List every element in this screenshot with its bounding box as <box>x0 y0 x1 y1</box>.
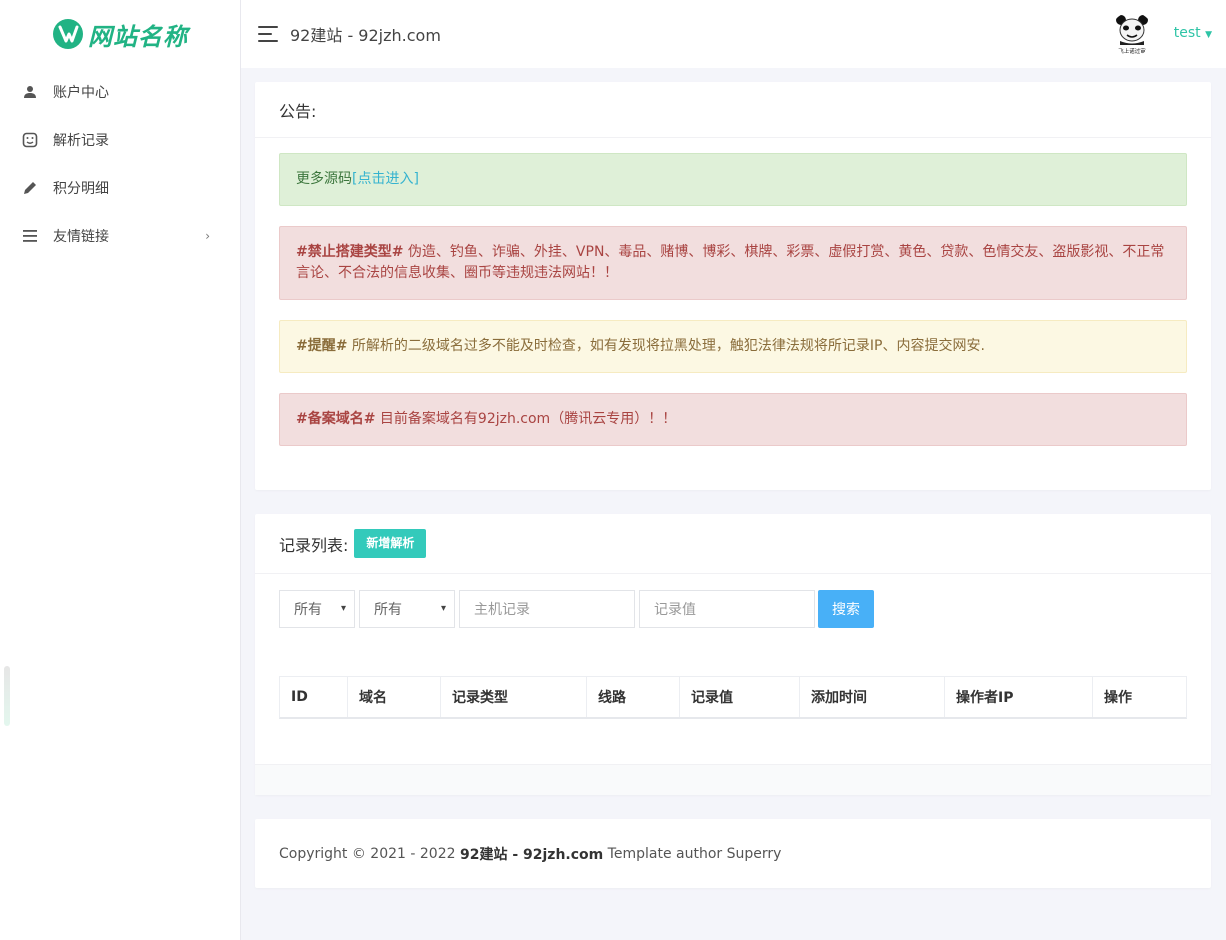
logo[interactable]: 网站名称 <box>0 0 240 68</box>
alert-tag: #禁止搭建类型# <box>296 244 404 260</box>
copyright-prefix: Copyright © 2021 - 2022 <box>279 845 460 862</box>
alert-text: 更多源码 <box>296 171 352 187</box>
records-heading: 记录列表: <box>279 535 349 555</box>
alert-text: 伪造、钓鱼、诈骗、外挂、VPN、毒品、赌博、博彩、棋牌、彩票、虚假打赏、黄色、贷… <box>296 244 1165 281</box>
notice-heading: 公告: <box>255 82 1211 138</box>
alert-tag: #备案域名# <box>296 411 376 427</box>
sidebar-item-label: 友情链接 <box>53 229 109 245</box>
line-select[interactable]: 所有 ▾ <box>359 590 455 628</box>
col-line[interactable]: 线路 <box>587 677 680 717</box>
chevron-down-icon: ▾ <box>440 603 446 614</box>
alert-text: 所解析的二级域名过多不能及时检查，如有发现将拉黑处理，触犯法律法规将所记录IP、… <box>347 338 985 354</box>
alert-text: 目前备案域名有92jzh.com（腾讯云专用）！！ <box>375 411 677 427</box>
record-value-placeholder: 记录值 <box>654 602 696 618</box>
logo-mark-icon <box>53 19 83 49</box>
sidebar-item-records[interactable]: 解析记录 <box>0 116 240 164</box>
sidebar-item-points[interactable]: 积分明细 <box>0 164 240 212</box>
logo-text: 网站名称 <box>88 22 188 51</box>
records-header: 记录列表: 新增解析 <box>255 514 1211 574</box>
copyright-suffix: Template author Superry <box>603 845 782 862</box>
sticker-icon <box>22 132 38 148</box>
col-actions[interactable]: 操作 <box>1093 677 1186 717</box>
panda-avatar-icon: 飞上诺过审 <box>1110 12 1154 56</box>
copyright-site: 92建站 - 92jzh.com <box>459 846 604 863</box>
col-operator-ip[interactable]: 操作者IP <box>945 677 1093 717</box>
user-name: test <box>1173 25 1201 41</box>
col-id[interactable]: ID <box>280 677 348 717</box>
col-domain[interactable]: 域名 <box>348 677 441 717</box>
chevron-right-icon: › <box>205 229 210 243</box>
sidebar: 网站名称 账户中心 解析记录 积分明细 友情链接 › <box>0 0 241 940</box>
notice-card: 公告: 更多源码 [点击进入] #禁止搭建类型# 伪造、钓鱼、诈骗、外挂、VPN、… <box>255 82 1211 490</box>
alert-more-source: 更多源码 [点击进入] <box>279 153 1187 206</box>
chevron-down-icon: ▾ <box>340 603 346 614</box>
alert-tag: #提醒# <box>296 338 348 354</box>
menu-lines-icon <box>22 228 38 244</box>
top-header: 92建站 - 92jzh.com 飞上诺过审 test ▼ <box>241 0 1226 68</box>
records-card: 记录列表: 新增解析 所有 ▾ 所有 ▾ 主机记录 记录值 搜索 ID 域名 记… <box>255 514 1211 795</box>
sidebar-scrollbar[interactable] <box>4 666 10 726</box>
type-select[interactable]: 所有 ▾ <box>279 590 355 628</box>
caret-down-icon: ▼ <box>1205 30 1212 40</box>
hamburger-menu-icon[interactable] <box>258 26 278 42</box>
pencil-icon <box>22 180 38 196</box>
alert-reminder: #提醒# 所解析的二级域名过多不能及时检查，如有发现将拉黑处理，触犯法律法规将所… <box>279 320 1187 373</box>
col-add-time[interactable]: 添加时间 <box>800 677 945 717</box>
avatar-caption: 飞上诺过审 <box>1118 47 1146 55</box>
user-menu[interactable]: test ▼ <box>1174 25 1212 41</box>
records-table: ID 域名 记录类型 线路 记录值 添加时间 操作者IP 操作 <box>279 676 1187 719</box>
sidebar-item-label: 积分明细 <box>53 181 109 197</box>
col-record-type[interactable]: 记录类型 <box>441 677 587 717</box>
alert-forbidden-types: #禁止搭建类型# 伪造、钓鱼、诈骗、外挂、VPN、毒品、赌博、博彩、棋牌、彩票、… <box>279 226 1187 300</box>
user-icon <box>22 84 38 100</box>
sidebar-item-label: 账户中心 <box>53 85 109 101</box>
sidebar-item-links[interactable]: 友情链接 › <box>0 212 240 260</box>
add-record-button[interactable]: 新增解析 <box>354 529 427 558</box>
sidebar-item-account[interactable]: 账户中心 <box>0 68 240 116</box>
record-value-input[interactable]: 记录值 <box>639 590 815 628</box>
search-button[interactable]: 搜索 <box>818 590 874 628</box>
copyright: Copyright © 2021 - 2022 92建站 - 92jzh.com… <box>255 819 1211 888</box>
sidebar-item-label: 解析记录 <box>53 133 109 149</box>
enter-link[interactable]: [点击进入] <box>352 169 419 190</box>
col-record-value[interactable]: 记录值 <box>680 677 800 717</box>
table-footer <box>255 764 1211 795</box>
line-select-value: 所有 <box>374 602 402 618</box>
host-record-placeholder: 主机记录 <box>474 602 530 618</box>
type-select-value: 所有 <box>294 602 322 618</box>
footer-card: Copyright © 2021 - 2022 92建站 - 92jzh.com… <box>255 819 1211 888</box>
avatar[interactable]: 飞上诺过审 <box>1110 12 1154 56</box>
site-title: 92建站 - 92jzh.com <box>290 26 441 45</box>
alert-record-domain: #备案域名# 目前备案域名有92jzh.com（腾讯云专用）！！ <box>279 393 1187 446</box>
host-record-input[interactable]: 主机记录 <box>459 590 635 628</box>
